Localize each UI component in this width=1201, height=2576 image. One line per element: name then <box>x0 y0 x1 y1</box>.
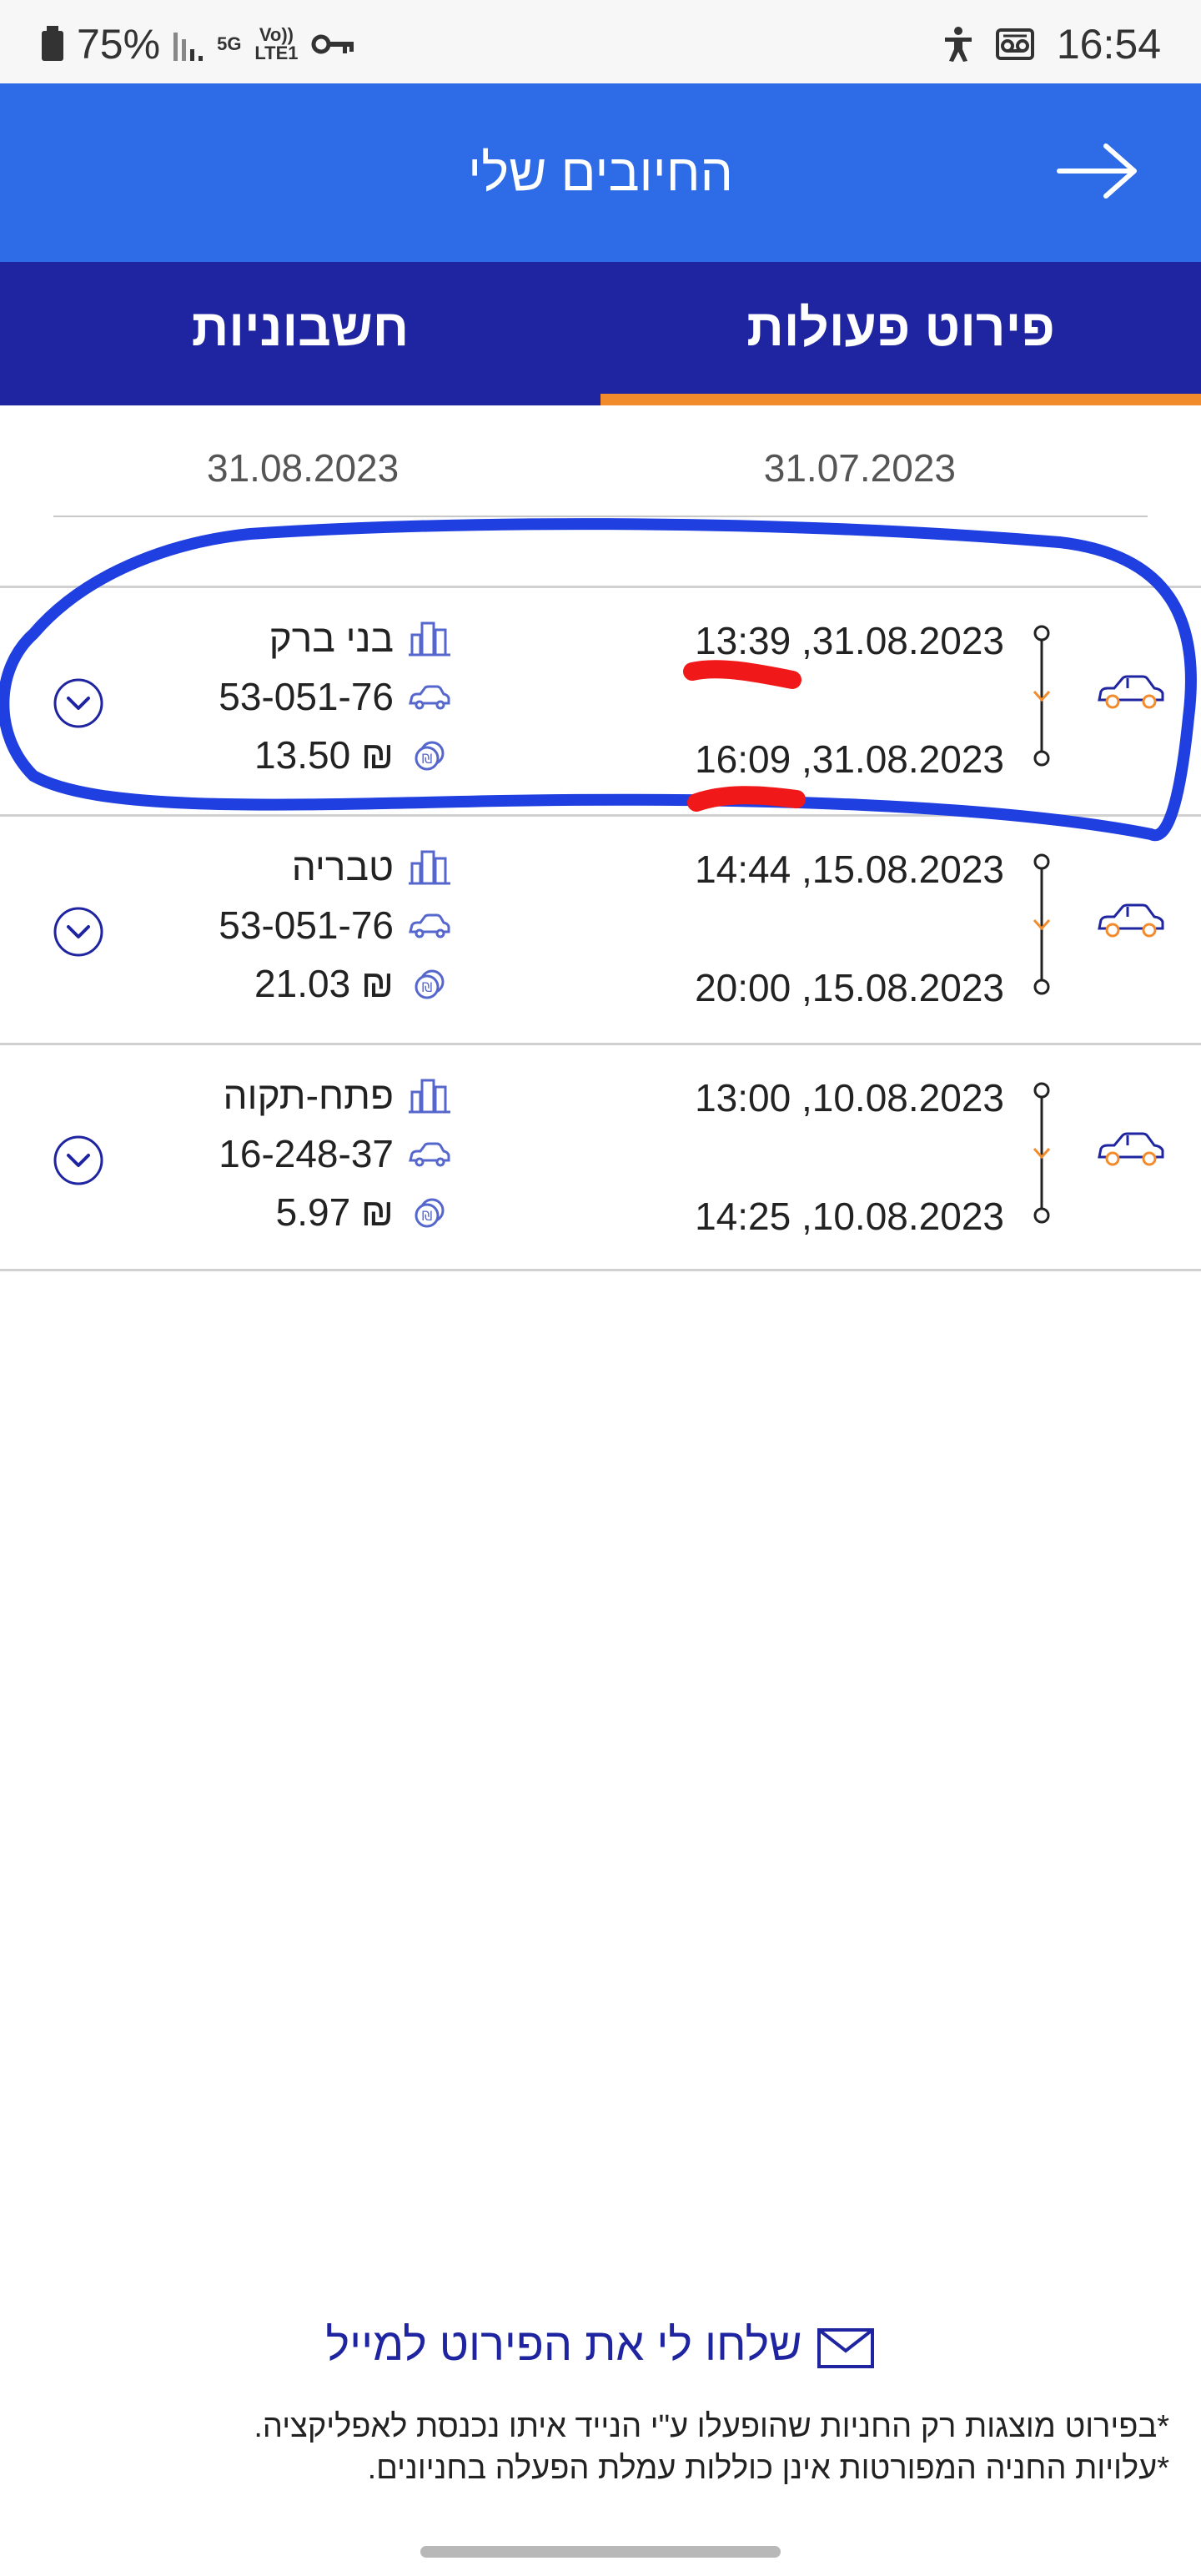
car-icon <box>1098 903 1164 938</box>
email-report-label: שלחו לי את הפירוט למייל <box>325 2320 802 2370</box>
status-left: 75% 5G Vo)) LTE1 <box>40 21 354 68</box>
cost-line: ₪ 21.03 ₪ <box>254 958 450 1009</box>
end-datetime: 14:25 ,10.08.2023 <box>695 1195 1004 1238</box>
status-bar: 75% 5G Vo)) LTE1 16:54 <box>0 0 1201 83</box>
network-5g-label: 5G <box>217 33 242 54</box>
page-title: החיובים שלי <box>468 144 733 202</box>
timeline-connector <box>1033 625 1051 767</box>
network-lte-label: Vo)) LTE1 <box>254 24 299 63</box>
end-datetime: 20:00 ,15.08.2023 <box>695 966 1004 1009</box>
city-icon <box>409 621 450 657</box>
transaction-row[interactable]: 13:00 ,10.08.2023 14:25 ,10.08.2023 פתח-… <box>0 1043 1201 1271</box>
expand-chevron-icon[interactable] <box>52 1134 105 1187</box>
date-range-to: 31.08.2023 <box>207 446 399 490</box>
vpn-key-icon <box>311 34 354 54</box>
svg-text:₪: ₪ <box>422 979 433 995</box>
envelope-icon <box>817 2327 875 2368</box>
coins-icon: ₪ <box>415 969 445 999</box>
city-name: פתח-תקוה <box>223 1074 394 1117</box>
start-datetime: 13:39 ,31.08.2023 <box>695 619 1004 662</box>
voicemail-icon <box>995 28 1034 60</box>
city-name: טבריה <box>291 845 394 888</box>
amount: 21.03 ₪ <box>254 962 394 1005</box>
battery-percent: 75% <box>77 21 161 68</box>
cost-line: ₪ 5.97 ₪ <box>276 1187 450 1237</box>
license-plate: 16-248-37 <box>219 1132 394 1175</box>
car-small-icon <box>409 913 450 938</box>
email-report-link[interactable]: שלחו לי את הפירוט למייל <box>0 2319 1201 2371</box>
start-datetime: 14:44 ,15.08.2023 <box>695 848 1004 891</box>
tab-bar: פירוט פעולות חשבוניות <box>0 262 1201 405</box>
city-icon <box>409 1079 450 1114</box>
plate-line: 16-248-37 <box>219 1129 450 1179</box>
footnote-2: *עלויות החניה המפורטות אינן כוללות עמלת … <box>367 2451 1169 2486</box>
start-datetime: 13:00 ,10.08.2023 <box>695 1076 1004 1119</box>
car-icon <box>1098 1132 1164 1166</box>
amount: 13.50 ₪ <box>254 733 394 777</box>
timeline-connector <box>1033 853 1051 995</box>
expand-chevron-icon[interactable] <box>52 677 105 730</box>
app-header: החיובים שלי <box>0 83 1201 262</box>
footnotes: *בפירוט מוצגות רק החניות שהופעלו ע"י הני… <box>18 2406 1169 2489</box>
back-arrow-icon[interactable] <box>1056 142 1139 200</box>
home-indicator[interactable] <box>420 2546 781 2558</box>
svg-text:₪: ₪ <box>422 1208 433 1224</box>
car-icon <box>1098 675 1164 709</box>
footnote-1: *בפירוט מוצגות רק החניות שהופעלו ע"י הני… <box>254 2409 1169 2444</box>
date-range[interactable]: 31.07.2023 31.08.2023 <box>53 434 1148 517</box>
plate-line: 53-051-76 <box>219 900 450 950</box>
tab-actions-detail[interactable]: פירוט פעולות <box>600 262 1201 405</box>
car-small-icon <box>409 685 450 710</box>
accessibility-icon <box>944 27 972 62</box>
timeline-connector <box>1033 1082 1051 1224</box>
coins-icon: ₪ <box>415 1198 445 1228</box>
date-range-from: 31.07.2023 <box>763 446 956 490</box>
amount: 5.97 ₪ <box>275 1190 394 1234</box>
city-icon <box>409 850 450 885</box>
transaction-row[interactable]: 13:39 ,31.08.2023 16:09 ,31.08.2023 בני … <box>0 586 1201 814</box>
city-line: פתח-תקוה <box>223 1070 450 1120</box>
coins-icon: ₪ <box>415 741 445 771</box>
license-plate: 53-051-76 <box>219 903 394 947</box>
clock: 16:54 <box>1056 21 1161 68</box>
tab-invoices[interactable]: חשבוניות <box>0 262 600 405</box>
city-name: בני ברק <box>269 616 394 660</box>
plate-line: 53-051-76 <box>219 672 450 722</box>
cost-line: ₪ 13.50 ₪ <box>254 730 450 780</box>
license-plate: 53-051-76 <box>219 675 394 718</box>
city-line: טבריה <box>292 842 450 892</box>
transaction-row[interactable]: 14:44 ,15.08.2023 20:00 ,15.08.2023 טברי… <box>0 814 1201 1043</box>
status-right: 16:54 <box>943 21 1161 68</box>
battery-icon <box>42 26 63 61</box>
city-line: בני ברק <box>269 613 450 663</box>
signal-icon <box>173 33 204 61</box>
active-tab-indicator <box>600 394 1201 405</box>
expand-chevron-icon[interactable] <box>52 905 105 958</box>
svg-text:₪: ₪ <box>422 751 433 767</box>
car-small-icon <box>409 1142 450 1167</box>
end-datetime: 16:09 ,31.08.2023 <box>695 737 1004 781</box>
